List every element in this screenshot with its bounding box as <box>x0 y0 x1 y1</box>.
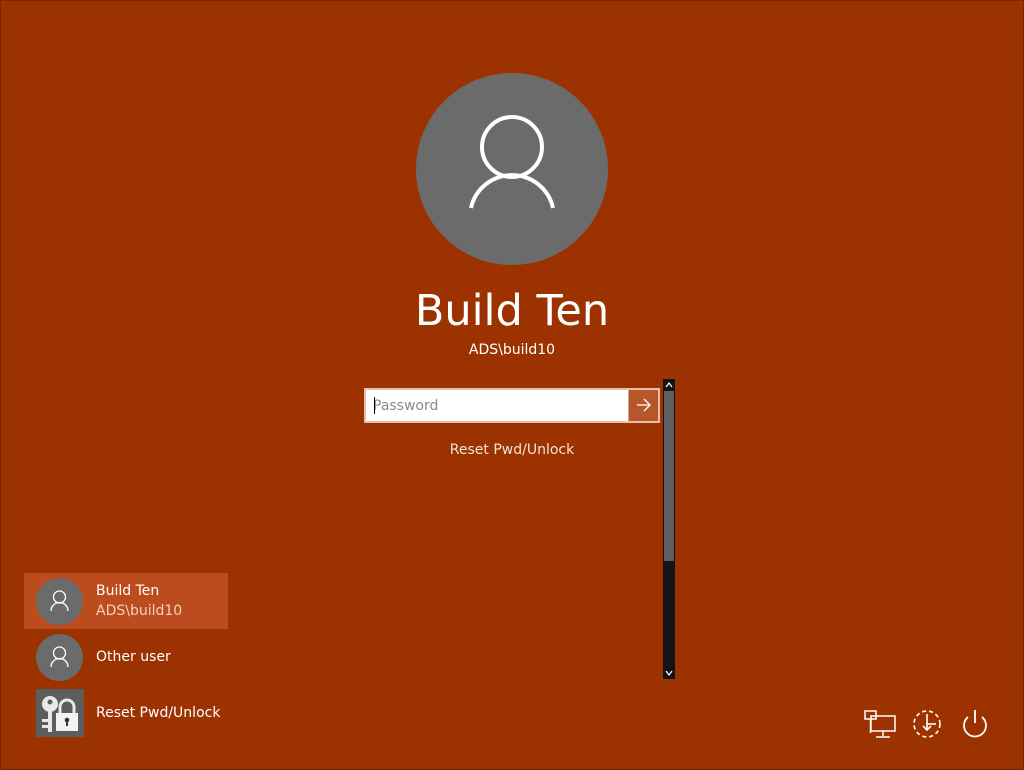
power-button[interactable] <box>957 706 993 742</box>
scroll-down-button[interactable] <box>663 667 675 679</box>
user-icon <box>50 590 69 612</box>
user-display-name: Build Ten <box>414 286 610 336</box>
credential-scrollbar[interactable] <box>663 379 675 679</box>
key-lock-tile-icon <box>36 689 84 737</box>
user-tile-name: Build Ten <box>96 583 160 599</box>
user-tile-account: ADS\build10 <box>96 603 183 619</box>
user-switcher-list: Build Ten ADS\build10 Other user Reset P… <box>24 573 228 741</box>
user-tile-other-user[interactable]: Other user <box>24 629 228 685</box>
ease-of-access-icon <box>913 710 941 738</box>
user-tile-name: Reset Pwd/Unlock <box>96 705 221 721</box>
power-icon <box>963 710 987 738</box>
user-icon <box>469 115 555 209</box>
user-tile-avatar <box>36 578 83 625</box>
user-tile-avatar <box>36 634 83 681</box>
user-tile-name: Other user <box>96 649 171 665</box>
scroll-up-button[interactable] <box>663 379 675 391</box>
password-input[interactable] <box>366 390 628 421</box>
user-avatar <box>416 73 608 265</box>
text-caret <box>374 397 375 414</box>
chevron-up-icon <box>665 382 673 388</box>
user-account-name: ADS\build10 <box>468 342 556 358</box>
network-button[interactable] <box>862 706 898 742</box>
arrow-right-icon <box>637 398 651 412</box>
ease-of-access-button[interactable] <box>909 706 945 742</box>
user-icon <box>50 646 69 668</box>
network-icon <box>864 710 896 738</box>
password-field-container <box>364 388 660 423</box>
submit-button[interactable] <box>628 390 658 421</box>
key-lock-icon <box>42 696 78 732</box>
user-tile-reset-pwd[interactable]: Reset Pwd/Unlock <box>24 685 228 741</box>
scroll-thumb[interactable] <box>664 391 674 561</box>
chevron-down-icon <box>665 670 673 676</box>
user-tile-build-ten[interactable]: Build Ten ADS\build10 <box>24 573 228 629</box>
reset-password-link[interactable]: Reset Pwd/Unlock <box>412 440 612 460</box>
